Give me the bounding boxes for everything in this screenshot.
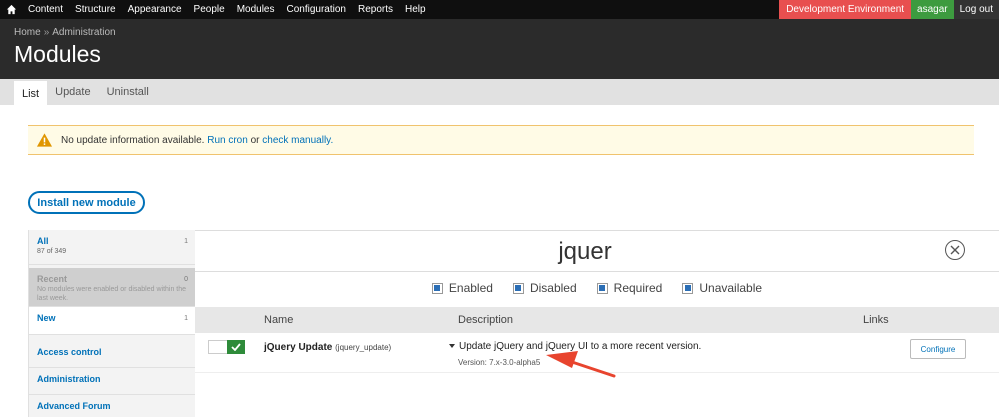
warning-text-wrap: No update information available. Run cro… — [61, 135, 333, 146]
run-cron-link[interactable]: Run cron — [207, 135, 248, 146]
toolbar-configuration[interactable]: Configuration — [281, 0, 352, 19]
module-table-header: Name Description Links — [195, 307, 999, 333]
sidebar-item-label: New — [37, 313, 56, 323]
filter-enabled[interactable]: Enabled — [431, 281, 493, 295]
sidebar-item-advanced-forum[interactable]: Advanced Forum — [29, 395, 196, 417]
toolbar-people[interactable]: People — [188, 0, 231, 19]
admin-toolbar: Content Structure Appearance People Modu… — [0, 0, 999, 19]
module-description-toggle[interactable]: Update jQuery and jQuery UI to a more re… — [449, 341, 701, 352]
breadcrumb-separator: » — [43, 27, 50, 38]
sidebar-item-label: Administration — [37, 374, 101, 384]
page-title: Modules — [14, 41, 101, 67]
tab-list[interactable]: List — [14, 79, 48, 105]
module-version: Version: 7.x-3.0-alpha5 — [458, 358, 541, 367]
filter-label: Required — [613, 281, 663, 295]
caret-down-icon — [449, 344, 455, 349]
filter-required-checkbox[interactable] — [596, 282, 608, 294]
toolbar-reports[interactable]: Reports — [352, 0, 399, 19]
logout-link[interactable]: Log out — [953, 0, 999, 19]
sidebar-item-count: 1 — [184, 238, 188, 245]
tab-uninstall[interactable]: Uninstall — [99, 79, 157, 105]
warning-message: No update information available. Run cro… — [28, 125, 974, 155]
warning-icon — [36, 133, 53, 147]
sidebar-item-subtext: No modules were enabled or disabled with… — [37, 286, 187, 302]
sidebar-item-new[interactable]: New 1 — [29, 307, 196, 335]
warning-text: No update information available. — [61, 134, 205, 146]
home-icon[interactable] — [0, 0, 22, 19]
sidebar-item-label: Access control — [37, 347, 102, 357]
sidebar-item-subtext: 87 of 349 — [37, 248, 67, 255]
breadcrumb-administration[interactable]: Administration — [52, 27, 115, 38]
filter-label: Unavailable — [699, 281, 763, 295]
module-enable-toggle[interactable] — [208, 340, 245, 354]
filter-label: Enabled — [448, 281, 493, 295]
sidebar-item-label: Recent — [37, 274, 68, 284]
breadcrumb-home[interactable]: Home — [14, 27, 41, 38]
module-search-input[interactable] — [445, 237, 725, 267]
sidebar-item-label: All — [37, 236, 49, 246]
breadcrumb: Home» Administration — [14, 27, 116, 38]
module-category-sidebar: All 87 of 349 1 Recent No modules were e… — [28, 230, 196, 417]
user-account-link[interactable]: asagar — [911, 0, 954, 19]
clear-search-button[interactable] — [945, 240, 965, 260]
filter-unavailable[interactable]: Unavailable — [682, 281, 762, 295]
tab-bar: List Update Uninstall — [0, 79, 999, 105]
toolbar-content[interactable]: Content — [22, 0, 69, 19]
module-description: Update jQuery and jQuery UI to a more re… — [459, 341, 702, 352]
sidebar-item-access-control[interactable]: Access control — [29, 341, 196, 368]
main-content: No update information available. Run cro… — [0, 105, 999, 417]
sidebar-item-recent: Recent No modules were enabled or disabl… — [29, 268, 196, 307]
toolbar-structure[interactable]: Structure — [69, 0, 122, 19]
checkbox-checked-mark — [684, 285, 691, 291]
sidebar-item-label: Advanced Forum — [37, 401, 111, 411]
filter-disabled-checkbox[interactable] — [512, 282, 524, 294]
toolbar-appearance[interactable]: Appearance — [122, 0, 188, 19]
checkbox-checked-mark — [434, 285, 441, 291]
checkbox-checked-mark — [599, 285, 606, 291]
install-new-module-button[interactable]: Install new module — [28, 191, 145, 214]
checkmark-icon — [231, 343, 241, 351]
column-header-name: Name — [264, 314, 294, 326]
configure-button[interactable]: Configure — [910, 339, 966, 359]
toolbar-help[interactable]: Help — [399, 0, 432, 19]
module-name-cell: jQuery Update (jquery_update) — [264, 342, 391, 353]
environment-badge: Development Environment — [779, 0, 912, 19]
column-header-links: Links — [863, 314, 889, 326]
warning-or: or — [250, 134, 260, 146]
check-manually-link[interactable]: check manually. — [262, 135, 333, 146]
checkbox-checked-mark — [515, 285, 522, 291]
filter-enabled-checkbox[interactable] — [431, 282, 443, 294]
sidebar-item-count: 1 — [184, 315, 188, 322]
filter-disabled[interactable]: Disabled — [512, 281, 577, 295]
toolbar-modules[interactable]: Modules — [231, 0, 281, 19]
table-row: jQuery Update (jquery_update) Update jQu… — [195, 333, 999, 373]
sidebar-item-all[interactable]: All 87 of 349 1 — [29, 230, 196, 265]
sidebar-item-count: 0 — [184, 276, 188, 283]
module-list-panel: Enabled Disabled Required Unavailable Na… — [195, 230, 999, 417]
search-row — [195, 230, 999, 272]
status-filters: Enabled Disabled Required Unavailable — [195, 277, 999, 299]
filter-unavailable-checkbox[interactable] — [682, 282, 694, 294]
module-name: jQuery Update — [264, 342, 333, 353]
column-header-description: Description — [458, 314, 514, 326]
page-header: Home» Administration Modules — [0, 19, 999, 79]
toggle-knob — [227, 340, 245, 354]
sidebar-item-administration[interactable]: Administration — [29, 368, 196, 395]
filter-label: Disabled — [529, 281, 577, 295]
tab-update[interactable]: Update — [47, 79, 98, 105]
module-machine-name: (jquery_update) — [335, 343, 392, 352]
close-icon — [950, 245, 960, 255]
filter-required[interactable]: Required — [596, 281, 663, 295]
